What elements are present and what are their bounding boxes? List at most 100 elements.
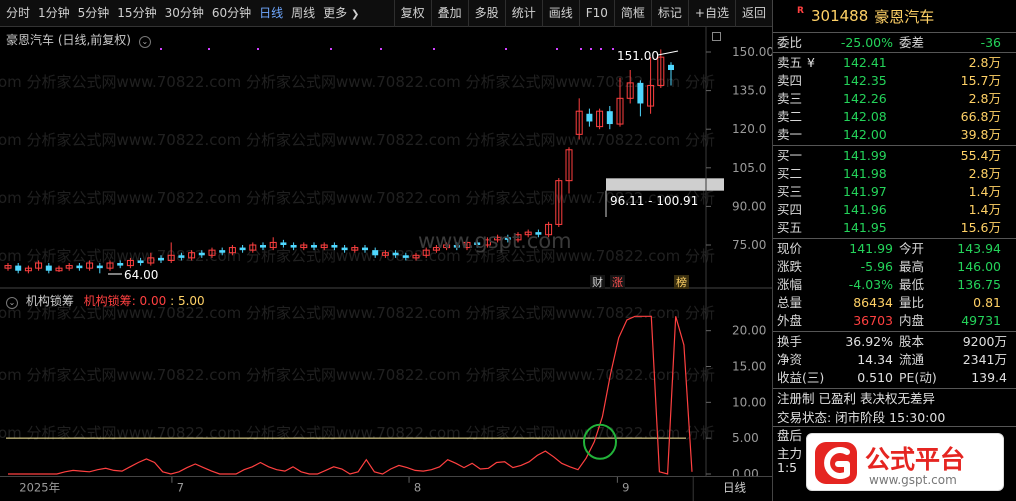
main-force-label: 主力: [777, 446, 803, 461]
candle-body: [637, 82, 644, 104]
stat-row: 涨幅 -4.03% 最低 136.75: [773, 276, 1016, 294]
indicator-level: 5.00: [177, 294, 205, 308]
stat-label: 外盘: [777, 313, 803, 328]
tab-more-label: 更多: [323, 5, 348, 20]
stat-label: 最高: [899, 259, 925, 274]
indicator-chart[interactable]: om 分析家公式网www.70822.com 分析家公式网www.70822.c…: [0, 288, 772, 476]
add-watchlist-button[interactable]: +自选: [687, 0, 735, 27]
indicator-tick-label: 10.00: [732, 395, 766, 409]
watermark-row: om 分析家公式网www.70822.com 分析家公式网www.70822.c…: [0, 73, 715, 91]
marker-dot: [600, 48, 602, 50]
draw-line-button[interactable]: 画线: [541, 0, 579, 27]
buy-row[interactable]: 买三 141.97 1.4万: [773, 183, 1016, 201]
sell-row[interactable]: 卖一 142.00 39.8万: [773, 126, 1016, 144]
tab-timeshare[interactable]: 分时: [2, 0, 34, 27]
multi-stock-button[interactable]: 多股: [467, 0, 505, 27]
stat-value: 141.99: [849, 241, 893, 256]
sell-row[interactable]: 卖五 ¥142.41 2.8万: [773, 54, 1016, 72]
tab-15min[interactable]: 15分钟: [113, 0, 160, 27]
price-chart-title: 豪恩汽车 (日线,前复权) ⌄: [6, 31, 151, 48]
chevron-down-icon[interactable]: ⌄: [6, 297, 18, 309]
currency-icon: [807, 165, 821, 183]
info-value: 139.4: [971, 370, 1007, 385]
currency-icon: [807, 219, 821, 237]
price-stats: 现价 141.99 今开 143.94 涨跌 -5.96 最高 146.00 涨幅 -4.03% 最…: [773, 239, 1016, 332]
info-label: 收益(三): [777, 370, 825, 385]
fundamental-info: 换手 36.92% 股本 9200万 净资 14.34 流通 2341万 收益(三) 0.510 P…: [773, 332, 1016, 389]
watermark-row: om 分析家公式网www.70822.com 分析家公式网www.70822.c…: [0, 189, 715, 207]
simple-frame-button[interactable]: 简框: [613, 0, 651, 27]
sell-row[interactable]: 卖二 142.08 66.8万: [773, 108, 1016, 126]
sell-row[interactable]: 卖三 142.26 2.8万: [773, 90, 1016, 108]
stat-row: 现价 141.99 今开 143.94: [773, 240, 1016, 258]
tab-30min[interactable]: 30分钟: [161, 0, 208, 27]
weicha-label: 委差: [899, 35, 925, 50]
stat-value: 36703: [853, 313, 893, 328]
chevron-right-icon: ❯: [351, 8, 360, 20]
indicator-title: ⌄ 机构锁筹 机构锁筹: 0.00 : 5.00: [6, 292, 205, 309]
indicator-tick-label: 20.00: [732, 324, 766, 338]
stat-value: -4.03%: [848, 277, 893, 292]
date-label: 9: [622, 480, 629, 494]
tab-60min[interactable]: 60分钟: [208, 0, 255, 27]
buy-row[interactable]: 买二 141.98 2.8万: [773, 165, 1016, 183]
candle-body: [372, 250, 379, 256]
restore-rights-button[interactable]: 复权: [393, 0, 431, 27]
stat-label: 涨幅: [777, 277, 803, 292]
candle-body: [362, 247, 368, 251]
overlay-button[interactable]: 叠加: [430, 0, 468, 27]
sell-label: 卖三: [777, 91, 803, 106]
stat-row: 总量 86434 量比 0.81: [773, 294, 1016, 312]
marker-dot: [330, 48, 332, 50]
site-watermark: www.gspt.com: [418, 229, 572, 253]
date-label: 8: [414, 480, 421, 494]
quote-header[interactable]: R 301488 豪恩汽车: [773, 0, 1016, 33]
date-axis: 2025年 7 8 9 日线: [0, 476, 772, 501]
quote-panel: R 301488 豪恩汽车 委比 -25.00% 委差 -36 卖五 ¥142.4…: [772, 0, 1016, 501]
tab-weekly[interactable]: 周线: [287, 0, 319, 27]
weibi-value: -25.00%: [840, 35, 893, 50]
sell-price: 142.41: [843, 55, 887, 70]
indicator-tick-label: 0.00: [732, 467, 759, 476]
candle-body: [260, 245, 266, 248]
candle-body: [198, 252, 205, 256]
buy-row[interactable]: 买一 141.99 55.4万: [773, 147, 1016, 165]
indicator-axis: 20.00 15.00 10.00 5.00 0.00: [705, 288, 766, 476]
buy-row[interactable]: 买五 141.95 15.6万: [773, 219, 1016, 237]
stat-label: 涨跌: [777, 259, 803, 274]
tab-daily[interactable]: 日线: [255, 0, 287, 27]
marker-dot: [612, 48, 614, 50]
candlestick-chart[interactable]: om 分析家公式网www.70822.com 分析家公式网www.70822.c…: [0, 27, 772, 289]
candle-body: [239, 247, 246, 251]
tab-more[interactable]: 更多 ❯: [319, 0, 363, 27]
indicator-name: 机构锁筹: [25, 294, 74, 308]
chart-toolbar: 分时 1分钟 5分钟 15分钟 30分钟 60分钟 日线 周线 更多 ❯ 复权 …: [0, 0, 772, 27]
buy-row[interactable]: 买四 141.96 1.4万: [773, 201, 1016, 219]
buy-price: 141.98: [843, 166, 887, 181]
marker-dot: [380, 48, 382, 50]
stat-value: -5.96: [860, 259, 893, 274]
sell-row[interactable]: 卖四 142.35 15.7万: [773, 72, 1016, 90]
price-tick-label: 135.0: [732, 84, 766, 98]
statistics-button[interactable]: 统计: [504, 0, 542, 27]
f10-button[interactable]: F10: [578, 0, 614, 27]
back-button[interactable]: 返回: [734, 0, 772, 27]
stat-value: 86434: [853, 295, 893, 310]
stock-title: 豪恩汽车 (日线,前复权): [6, 33, 131, 47]
tab-5min[interactable]: 5分钟: [74, 0, 114, 27]
background-watermark: om 分析家公式网www.70822.com 分析家公式网www.70822.c…: [0, 73, 715, 265]
chevron-down-icon[interactable]: ⌄: [138, 36, 151, 48]
stat-value: 136.75: [957, 277, 1001, 292]
buy-price: 141.97: [843, 184, 887, 199]
mark-button[interactable]: 标记: [650, 0, 688, 27]
buy-label: 买五: [777, 220, 803, 235]
buy-price: 141.96: [843, 202, 887, 217]
collapse-icon[interactable]: [712, 32, 721, 41]
date-label: 7: [177, 480, 184, 494]
stat-label: 现价: [777, 241, 803, 256]
candle-body: [158, 257, 164, 261]
tab-1min[interactable]: 1分钟: [34, 0, 74, 27]
marker-dot: [257, 48, 259, 50]
indicator-line: [8, 315, 693, 475]
event-tags[interactable]: 财涨榜: [590, 275, 689, 289]
